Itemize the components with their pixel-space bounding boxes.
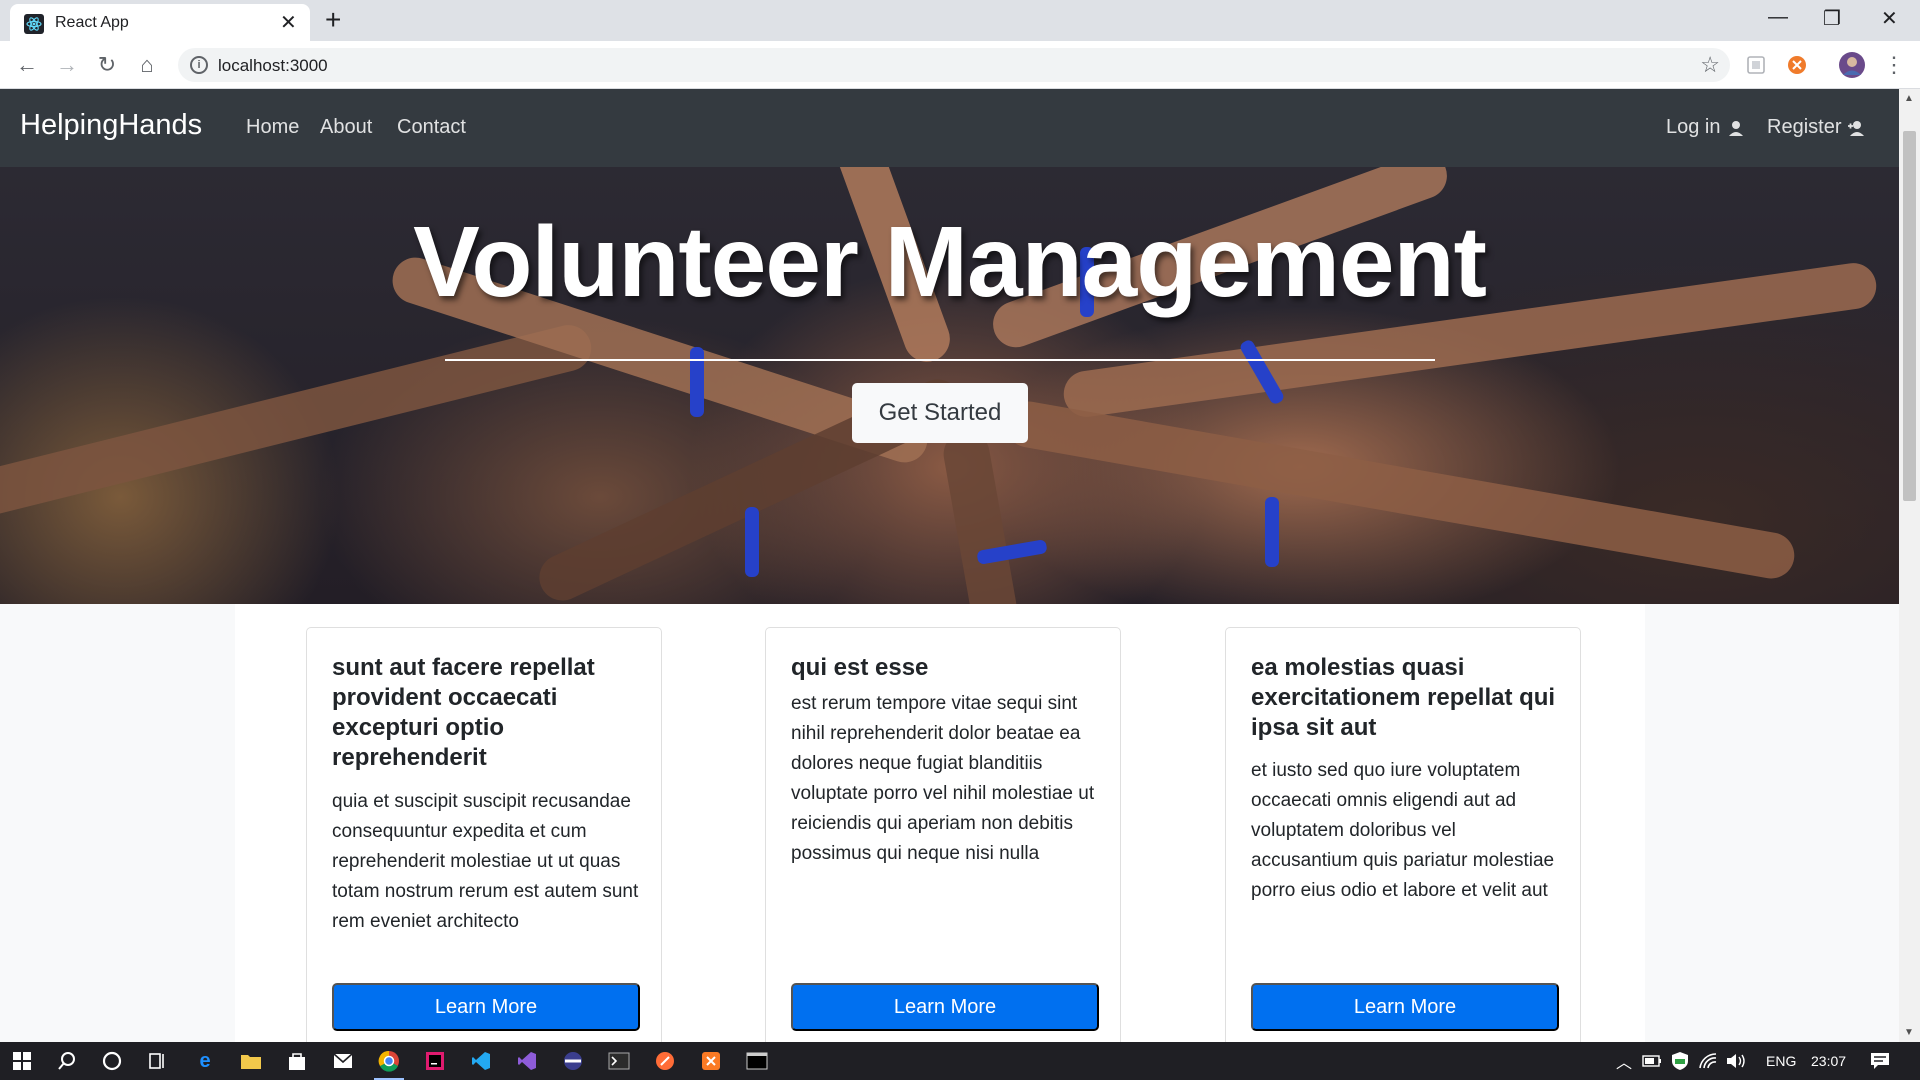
edge-browser-icon[interactable]: e <box>191 1047 219 1075</box>
card-text: et iusto sed quo iure voluptatem occaeca… <box>1251 760 1555 901</box>
cards-container: sunt aut facere repellat provident occae… <box>235 604 1645 1042</box>
user-icon <box>1728 120 1743 136</box>
scroll-down-icon[interactable]: ▼ <box>1904 1027 1914 1038</box>
chrome-icon[interactable] <box>375 1047 403 1075</box>
cortana-icon[interactable] <box>98 1047 126 1075</box>
wifi-icon[interactable] <box>1694 1047 1722 1075</box>
nav-link-home[interactable]: Home <box>246 116 299 139</box>
windows-taskbar: e ︿ ENG 23:07 <box>0 1042 1920 1080</box>
card-title: sunt aut facere repellat provident occae… <box>332 654 595 771</box>
show-hidden-icons-icon[interactable]: ︿ <box>1610 1047 1638 1075</box>
react-favicon-icon <box>24 14 44 34</box>
back-icon[interactable]: ← <box>13 51 41 79</box>
postman-icon[interactable] <box>651 1047 679 1075</box>
eclipse-icon[interactable] <box>559 1047 587 1075</box>
tab-title: React App <box>55 14 129 31</box>
get-started-button[interactable]: Get Started <box>852 383 1028 443</box>
learn-more-button[interactable]: Learn More <box>332 983 640 1031</box>
post-card: ea molestias quasi exercitationem repell… <box>1225 627 1581 1042</box>
nav-link-contact[interactable]: Contact <box>397 116 466 139</box>
mail-icon[interactable] <box>329 1047 357 1075</box>
hero-banner: Volunteer Management Get Started <box>0 167 1899 604</box>
action-center-icon[interactable] <box>1866 1047 1894 1075</box>
login-label: Log in <box>1666 116 1721 138</box>
file-explorer-icon[interactable] <box>237 1047 265 1075</box>
forward-icon[interactable]: → <box>53 51 81 79</box>
hero-divider <box>445 359 1435 361</box>
volume-icon[interactable] <box>1722 1047 1750 1075</box>
browser-toolbar: ← → ↻ ⌂ i localhost:3000 ☆ ⋮ <box>0 41 1920 89</box>
register-link[interactable]: Register <box>1767 116 1865 139</box>
system-clock[interactable]: 23:07 <box>1811 1053 1846 1069</box>
visual-studio-icon[interactable] <box>513 1047 541 1075</box>
hero-title: Volunteer Management <box>413 206 1487 318</box>
extension-icon[interactable] <box>1742 51 1770 79</box>
extension-orange-icon[interactable] <box>1783 51 1811 79</box>
task-view-icon[interactable] <box>143 1047 171 1075</box>
restore-icon[interactable]: ❐ <box>1823 6 1841 31</box>
post-card: sunt aut facere repellat provident occae… <box>306 627 662 1042</box>
site-info-icon[interactable]: i <box>190 56 208 74</box>
browser-tab[interactable]: React App ✕ <box>10 4 310 41</box>
browser-tab-strip: React App ✕ + — ❐ ✕ <box>0 0 1920 41</box>
add-user-icon <box>1848 120 1865 136</box>
security-shield-icon[interactable] <box>1666 1047 1694 1075</box>
search-icon[interactable] <box>53 1047 81 1075</box>
login-link[interactable]: Log in <box>1666 116 1745 139</box>
nav-link-about[interactable]: About <box>320 116 372 139</box>
browser-menu-icon[interactable]: ⋮ <box>1880 51 1908 79</box>
input-language[interactable]: ENG <box>1766 1053 1796 1069</box>
close-tab-icon[interactable]: ✕ <box>280 10 297 35</box>
learn-more-button[interactable]: Learn More <box>791 983 1099 1031</box>
store-icon[interactable] <box>283 1047 311 1075</box>
terminal-icon[interactable] <box>605 1047 633 1075</box>
battery-icon[interactable] <box>1638 1047 1666 1075</box>
learn-more-button[interactable]: Learn More <box>1251 983 1559 1031</box>
card-text: est rerum tempore vitae sequi sint nihil… <box>791 693 1095 864</box>
reload-icon[interactable]: ↻ <box>93 51 121 79</box>
scroll-up-icon[interactable]: ▲ <box>1904 93 1914 104</box>
close-window-icon[interactable]: ✕ <box>1881 6 1898 31</box>
minimize-icon[interactable]: — <box>1768 6 1788 29</box>
new-tab-icon[interactable]: + <box>325 6 341 34</box>
profile-avatar-icon[interactable] <box>1838 51 1866 79</box>
page-scrollbar[interactable]: ▲ ▼ <box>1899 89 1920 1042</box>
site-navbar: HelpingHands Home About Contact Log in R… <box>0 89 1899 167</box>
card-title: ea molestias quasi exercitationem repell… <box>1251 654 1556 741</box>
vscode-icon[interactable] <box>467 1047 495 1075</box>
intellij-icon[interactable] <box>421 1047 449 1075</box>
web-page: HelpingHands Home About Contact Log in R… <box>0 89 1899 1042</box>
register-label: Register <box>1767 116 1842 138</box>
card-text: quia et suscipit suscipit recusandae con… <box>332 791 639 932</box>
cmd-window-icon[interactable] <box>743 1047 771 1075</box>
home-icon[interactable]: ⌂ <box>133 51 161 79</box>
windows-start-icon[interactable] <box>8 1047 36 1075</box>
bookmark-star-icon[interactable]: ☆ <box>1700 52 1720 78</box>
address-bar[interactable]: i localhost:3000 ☆ <box>178 48 1730 82</box>
brand-logo[interactable]: HelpingHands <box>20 109 202 142</box>
xampp-icon[interactable] <box>697 1047 725 1075</box>
card-title: qui est esse <box>791 654 929 681</box>
scrollbar-thumb[interactable] <box>1903 131 1916 501</box>
address-url[interactable]: localhost:3000 <box>218 56 328 76</box>
post-card: qui est esse est rerum tempore vitae seq… <box>765 627 1121 1042</box>
